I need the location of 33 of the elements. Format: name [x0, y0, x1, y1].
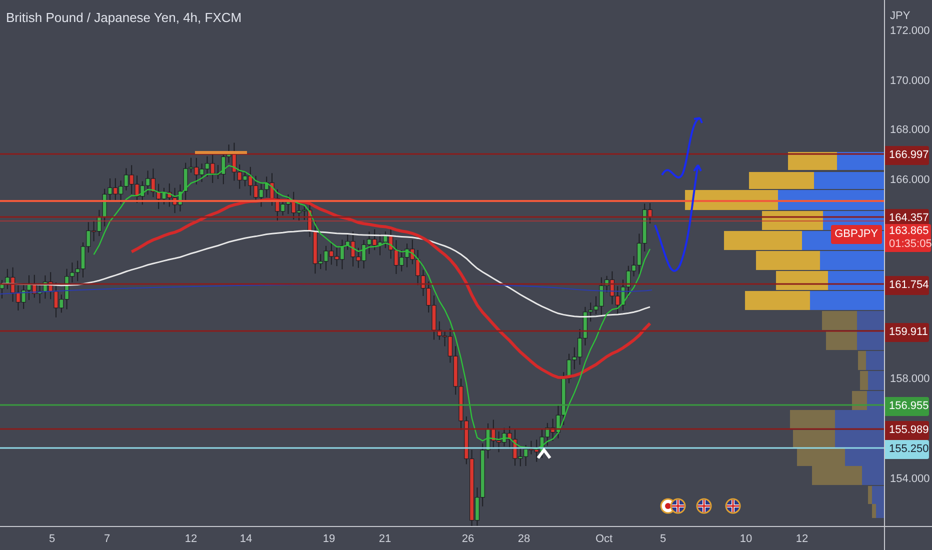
price-level-tag: 156.955: [885, 397, 929, 416]
date-tick: 28: [518, 532, 530, 547]
date-tick: 5: [660, 532, 666, 547]
chevron-marker-icon: [536, 448, 552, 459]
date-tick: 14: [240, 532, 252, 547]
date-tick: 21: [378, 532, 392, 547]
price-level-tag: 159.911: [885, 323, 929, 342]
date-tick: 12: [796, 532, 808, 547]
chart-title: British Pound / Japanese Yen, 4h, FXCM: [6, 9, 242, 27]
symbol-tag: GBPJPY: [830, 225, 882, 244]
price-level-tag: 155.989: [885, 421, 929, 440]
currency-label: JPY: [890, 9, 910, 24]
price-tick: 168.000: [890, 123, 930, 138]
price-level-tag: 155.250: [885, 440, 929, 458]
date-tick: 26: [462, 532, 474, 547]
price-tick: 158.000: [890, 372, 930, 387]
date-tick: 7: [104, 532, 110, 547]
date-tick: 12: [184, 532, 198, 547]
date-tick: 10: [740, 532, 752, 547]
cross-flag-icon[interactable]: [696, 498, 712, 514]
cross-flag-icon[interactable]: [670, 498, 686, 514]
price-tick: 170.000: [890, 74, 930, 89]
date-tick: Oct: [595, 532, 613, 547]
price-level-tag: 161.754: [885, 276, 929, 294]
price-level-tag: 166.997: [885, 146, 929, 164]
current-price-tag: 163.865: [889, 225, 931, 238]
highlight-bar: [195, 151, 247, 154]
date-tick: 19: [322, 532, 336, 547]
cross-flag-icon[interactable]: [725, 498, 741, 514]
date-tick: 5: [48, 532, 56, 547]
price-tick: 172.000: [890, 24, 930, 39]
price-tick: 154.000: [890, 472, 930, 487]
price-tick: 166.000: [890, 173, 930, 188]
